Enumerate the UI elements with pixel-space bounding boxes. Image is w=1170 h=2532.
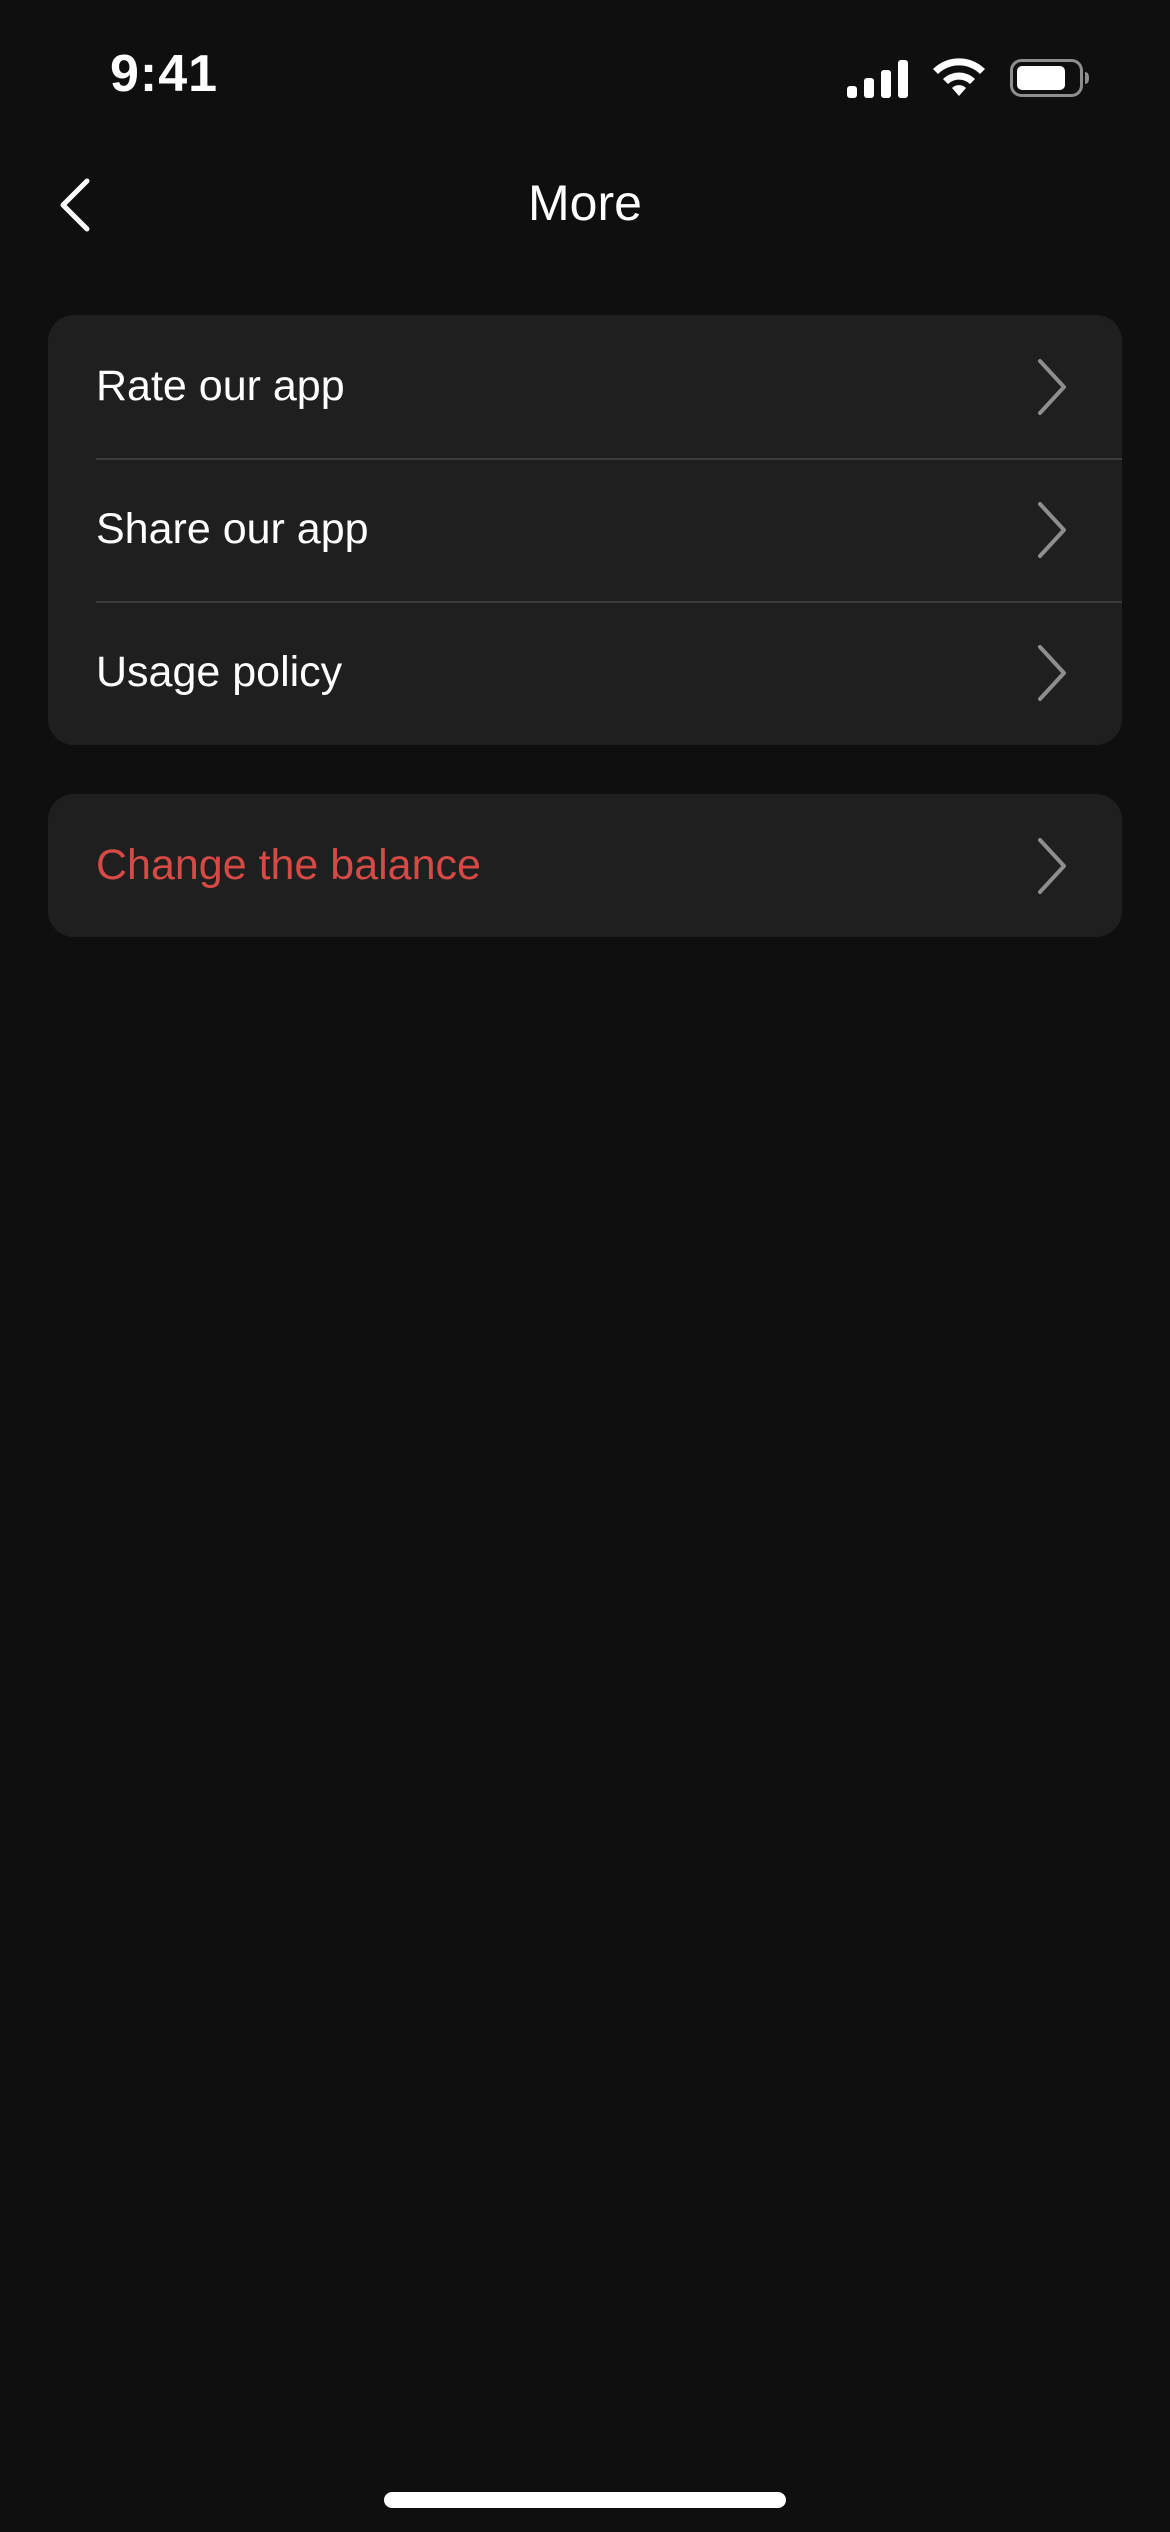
share-our-app-row[interactable]: Share our app (48, 458, 1122, 601)
chevron-right-icon (1038, 644, 1066, 701)
status-time: 9:41 (110, 45, 219, 103)
nav-bar: More (0, 150, 1170, 260)
rate-our-app-row[interactable]: Rate our app (48, 315, 1122, 458)
row-label: Share our app (96, 505, 369, 553)
page-title: More (528, 175, 642, 231)
row-label: Usage policy (96, 648, 343, 696)
settings-group-general: Rate our app Share our app Usage policy (48, 315, 1122, 745)
chevron-right-icon (1038, 358, 1066, 415)
settings-group-balance: Change the balance (48, 794, 1122, 937)
cellular-signal-icon (847, 58, 908, 98)
chevron-right-icon (1038, 837, 1066, 894)
usage-policy-row[interactable]: Usage policy (48, 601, 1122, 744)
wifi-icon (933, 58, 985, 96)
status-icons (847, 56, 1090, 100)
chevron-right-icon (1038, 501, 1066, 558)
row-label: Rate our app (96, 362, 345, 410)
status-bar: 9:41 (0, 0, 1170, 150)
row-label: Change the balance (96, 841, 481, 889)
home-indicator[interactable] (384, 2492, 786, 2508)
battery-icon (1010, 59, 1089, 97)
change-balance-row[interactable]: Change the balance (48, 794, 1122, 937)
